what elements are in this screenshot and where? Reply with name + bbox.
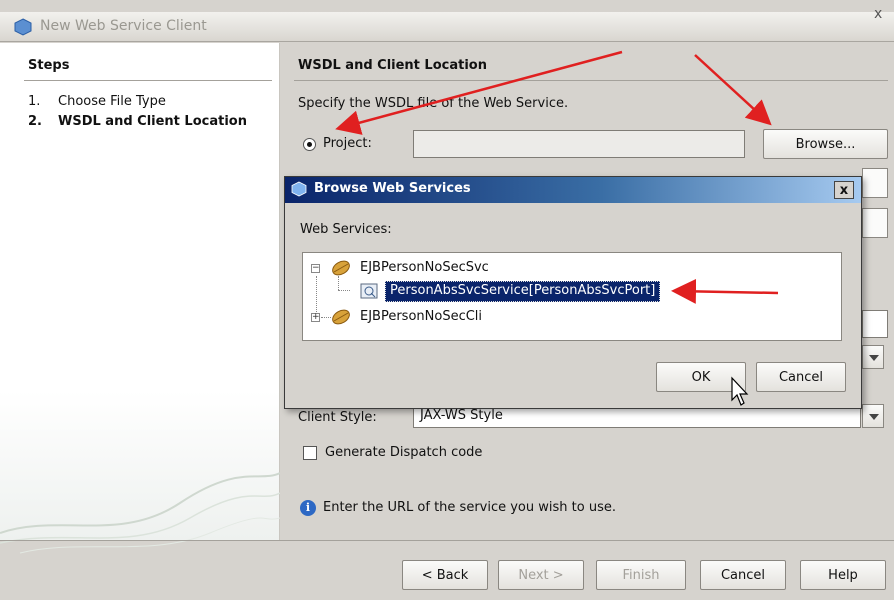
project-field[interactable] [413,130,745,158]
finish-button[interactable]: Finish [596,560,686,590]
package-field[interactable] [862,310,888,338]
back-button[interactable]: < Back [402,560,488,590]
bean-icon [332,309,350,325]
step-label: WSDL and Client Location [58,114,247,129]
web-services-label: Web Services: [300,222,392,237]
tree-collapse-toggle[interactable]: − [311,264,320,273]
steps-header: Steps [28,58,70,73]
window-titlebar: New Web Service Client [0,12,894,42]
next-button[interactable]: Next > [498,560,584,590]
help-button[interactable]: Help [800,560,886,590]
steps-divider [24,80,272,81]
dialog-title: Browse Web Services [314,181,471,196]
step-number: 1. [28,94,41,109]
client-style-label: Client Style: [298,410,377,425]
specify-text: Specify the WSDL file of the Web Service… [298,96,569,111]
browse-button-2[interactable] [862,168,888,198]
content-title: WSDL and Client Location [298,58,487,73]
service-port-icon [360,283,378,299]
mouse-cursor-icon [731,376,749,406]
footer-divider [0,540,894,541]
window-title: New Web Service Client [40,18,207,34]
bean-icon [332,260,350,276]
cancel-button[interactable]: Cancel [700,560,786,590]
dispatch-checkbox[interactable] [303,446,317,460]
tree-line [338,276,339,290]
tree-line [338,290,350,291]
content-divider [294,80,888,81]
dropdown-arrow[interactable] [862,345,884,369]
dialog-cancel-button[interactable]: Cancel [756,362,846,392]
dialog-icon [291,181,307,197]
step-item-choose-file-type: 1. Choose File Type [28,94,166,109]
step-number: 2. [28,114,42,129]
tree-expand-toggle[interactable]: + [311,313,320,322]
client-style-value: JAX-WS Style [420,408,503,423]
tree-node-selected[interactable]: PersonAbsSvcService[PersonAbsSvcPort] [385,281,661,302]
window-close-button[interactable]: x [874,6,882,22]
browse-button[interactable]: Browse... [763,129,888,159]
info-message: Enter the URL of the service you wish to… [323,500,616,515]
dialog-close-button[interactable]: x [834,181,854,199]
project-label: Project: [323,136,372,151]
decorative-swirl [0,472,280,554]
tree-node-label[interactable]: EJBPersonNoSecCli [360,309,482,324]
dispatch-label: Generate Dispatch code [325,445,483,460]
client-style-dropdown-arrow[interactable] [862,404,884,428]
app-icon [14,18,32,36]
tree-node-label[interactable]: EJBPersonNoSecSvc [360,260,489,275]
step-label: Choose File Type [58,94,166,109]
browse-button-3[interactable] [862,208,888,238]
info-icon: i [300,500,316,516]
step-item-wsdl-location: 2. WSDL and Client Location [28,114,247,129]
project-radio[interactable] [303,138,316,151]
